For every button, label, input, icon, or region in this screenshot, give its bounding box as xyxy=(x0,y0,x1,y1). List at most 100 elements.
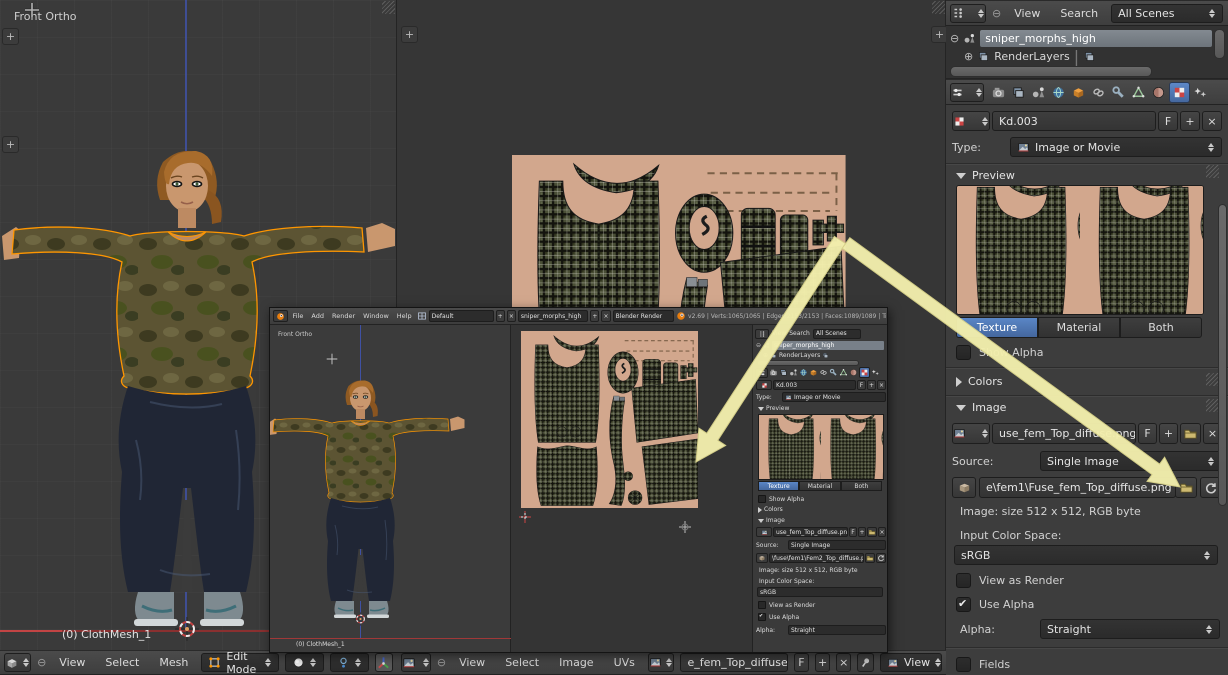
add-texture-button[interactable]: + xyxy=(1180,111,1200,131)
collapse-menus-icon[interactable]: ⊖ xyxy=(37,656,46,669)
viewport-shading-dropdown[interactable] xyxy=(284,653,324,672)
inset-preview-title[interactable]: Preview xyxy=(766,405,789,412)
menu-view[interactable]: View xyxy=(1007,7,1047,20)
inset-outliner-menu-search[interactable]: Search xyxy=(789,330,810,337)
panel-colors-header[interactable]: Colors xyxy=(956,375,1002,388)
outliner-row-scene[interactable]: ⊖ sniper_morphs_high xyxy=(950,30,1212,47)
open-image-button[interactable] xyxy=(1180,423,1201,444)
panel-corner-widget[interactable] xyxy=(1206,165,1219,178)
inset-image-open[interactable] xyxy=(867,527,877,537)
inset-type-dropdown[interactable]: Image or Movie xyxy=(782,392,886,402)
inset-outliner-menu-view[interactable]: View xyxy=(772,330,786,337)
inset-collapse-icon[interactable]: ⊖ xyxy=(756,342,761,349)
use-alpha-checkbox[interactable] xyxy=(956,597,971,612)
inset-pack-button[interactable] xyxy=(756,553,768,563)
inset-image-f[interactable]: F xyxy=(849,527,857,537)
inset-scene-field[interactable]: sniper_morphs_high xyxy=(517,310,589,322)
tab-scene[interactable] xyxy=(1029,83,1048,102)
texture-type-dropdown[interactable]: Image or Movie xyxy=(1010,137,1222,157)
colorspace-dropdown[interactable]: sRGB xyxy=(954,545,1218,565)
inset-outliner-scrollbar[interactable] xyxy=(757,360,859,366)
inset-image-unlink[interactable]: × xyxy=(878,527,886,537)
menu-uvs[interactable]: UVs xyxy=(607,656,642,669)
source-dropdown[interactable]: Single Image xyxy=(1040,451,1222,471)
tab-material[interactable] xyxy=(1149,83,1168,102)
editor-type-selector[interactable] xyxy=(950,82,984,102)
inset-menu-add[interactable]: Add xyxy=(308,312,327,320)
inset-tab-material[interactable]: Material xyxy=(799,481,841,491)
fake-user-button[interactable]: F xyxy=(793,653,810,672)
inset-tab-texture-active[interactable] xyxy=(859,367,870,378)
tab-particles[interactable] xyxy=(1191,83,1210,102)
preview-tab-material[interactable]: Material xyxy=(1038,317,1120,338)
new-image-button[interactable]: + xyxy=(1159,423,1178,444)
object-icon[interactable] xyxy=(809,368,818,377)
inset-image-add[interactable]: + xyxy=(858,527,866,537)
world-icon[interactable] xyxy=(799,368,808,377)
inset-expand-icon[interactable]: ⊕ xyxy=(763,352,768,359)
inset-use-alpha-checkbox[interactable] xyxy=(758,613,766,621)
outliner-row-renderlayers[interactable]: ⊕ RenderLayers | xyxy=(964,47,1204,66)
inset-browse-file[interactable] xyxy=(865,553,875,563)
inset-alpha-dropdown[interactable]: Straight xyxy=(788,625,886,635)
area-corner-widget[interactable] xyxy=(382,1,395,14)
fake-user-button[interactable]: F xyxy=(1158,111,1178,131)
inset-scene-add[interactable]: + xyxy=(590,310,600,322)
browse-file-button[interactable] xyxy=(1175,477,1197,498)
new-image-button[interactable]: + xyxy=(815,653,831,672)
tab-modifiers[interactable] xyxy=(1109,83,1128,102)
inset-reload[interactable] xyxy=(876,553,886,563)
inset-uv-editor[interactable] xyxy=(511,325,753,652)
editor-type-selector[interactable] xyxy=(950,3,986,23)
modifiers-icon[interactable] xyxy=(829,368,838,377)
texture-id-name-field[interactable]: Kd.003 xyxy=(992,111,1156,131)
expand-icon[interactable]: ⊕ xyxy=(964,50,973,63)
editor-type-selector[interactable] xyxy=(4,653,32,672)
editor-type-selector[interactable] xyxy=(401,653,431,672)
inset-view-as-render-checkbox[interactable] xyxy=(758,601,766,609)
inset-tab-both[interactable]: Both xyxy=(840,481,882,491)
inset-menu-window[interactable]: Window xyxy=(360,312,392,320)
pivot-point-dropdown[interactable] xyxy=(329,653,369,672)
inset-show-alpha-checkbox[interactable] xyxy=(758,495,766,503)
toolshelf-expand-button[interactable]: + xyxy=(2,28,19,45)
inset-image-browse[interactable] xyxy=(756,527,772,537)
tab-render[interactable] xyxy=(989,83,1008,102)
fields-checkbox[interactable] xyxy=(956,657,971,672)
collapse-icon[interactable]: ⊖ xyxy=(950,32,959,45)
inset-texture-id-field[interactable]: Kd.003 xyxy=(773,380,856,390)
panel-preview-header[interactable]: Preview xyxy=(956,169,1015,182)
tab-constraints[interactable] xyxy=(1089,83,1108,102)
constraints-icon[interactable] xyxy=(819,368,828,377)
inset-screen-layout-field[interactable]: Default xyxy=(428,310,494,322)
inset-unlink[interactable]: × xyxy=(877,380,886,390)
image-datablock-browse[interactable] xyxy=(647,653,675,672)
inset-filepath-field[interactable]: \fuse\fem1\Fem2_Top_diffuse.png xyxy=(769,553,864,563)
inset-display-filter[interactable]: All Scenes xyxy=(812,328,861,339)
unlink-texture-button[interactable]: × xyxy=(1202,111,1222,131)
show-alpha-checkbox[interactable] xyxy=(956,345,971,360)
scene-icon[interactable] xyxy=(789,368,798,377)
particles-icon[interactable] xyxy=(871,368,880,377)
image-name-field[interactable]: use_fem_Top_diffuse.png xyxy=(992,423,1136,444)
tab-object-data[interactable] xyxy=(1129,83,1148,102)
inset-add[interactable]: + xyxy=(867,380,876,390)
menu-search[interactable]: Search xyxy=(1053,7,1105,20)
inset-layout-delete[interactable]: × xyxy=(506,310,516,322)
pin-button[interactable] xyxy=(857,653,874,672)
image-name-field[interactable]: e_fem_Top_diffuse.png xyxy=(680,653,788,672)
inset-menu-help[interactable]: Help xyxy=(394,312,415,320)
uv-toolshelf-expand-button[interactable]: + xyxy=(401,26,418,43)
menu-view[interactable]: View xyxy=(452,656,492,669)
display-mode-dropdown[interactable]: View xyxy=(879,653,942,672)
render-layers-icon[interactable] xyxy=(779,368,788,377)
area-corner-widget[interactable] xyxy=(932,1,945,14)
uv-texture-image[interactable] xyxy=(512,155,846,325)
outliner-hscrollbar[interactable] xyxy=(950,66,1152,77)
tab-object[interactable] xyxy=(1069,83,1088,102)
object-data-icon[interactable] xyxy=(839,368,848,377)
outliner-vscrollbar[interactable] xyxy=(1214,29,1225,59)
preview-tab-both[interactable]: Both xyxy=(1120,317,1202,338)
filepath-field[interactable]: e\fem1\Fuse_fem_Top_diffuse.png xyxy=(979,477,1176,498)
view-as-render-checkbox[interactable] xyxy=(956,573,971,588)
